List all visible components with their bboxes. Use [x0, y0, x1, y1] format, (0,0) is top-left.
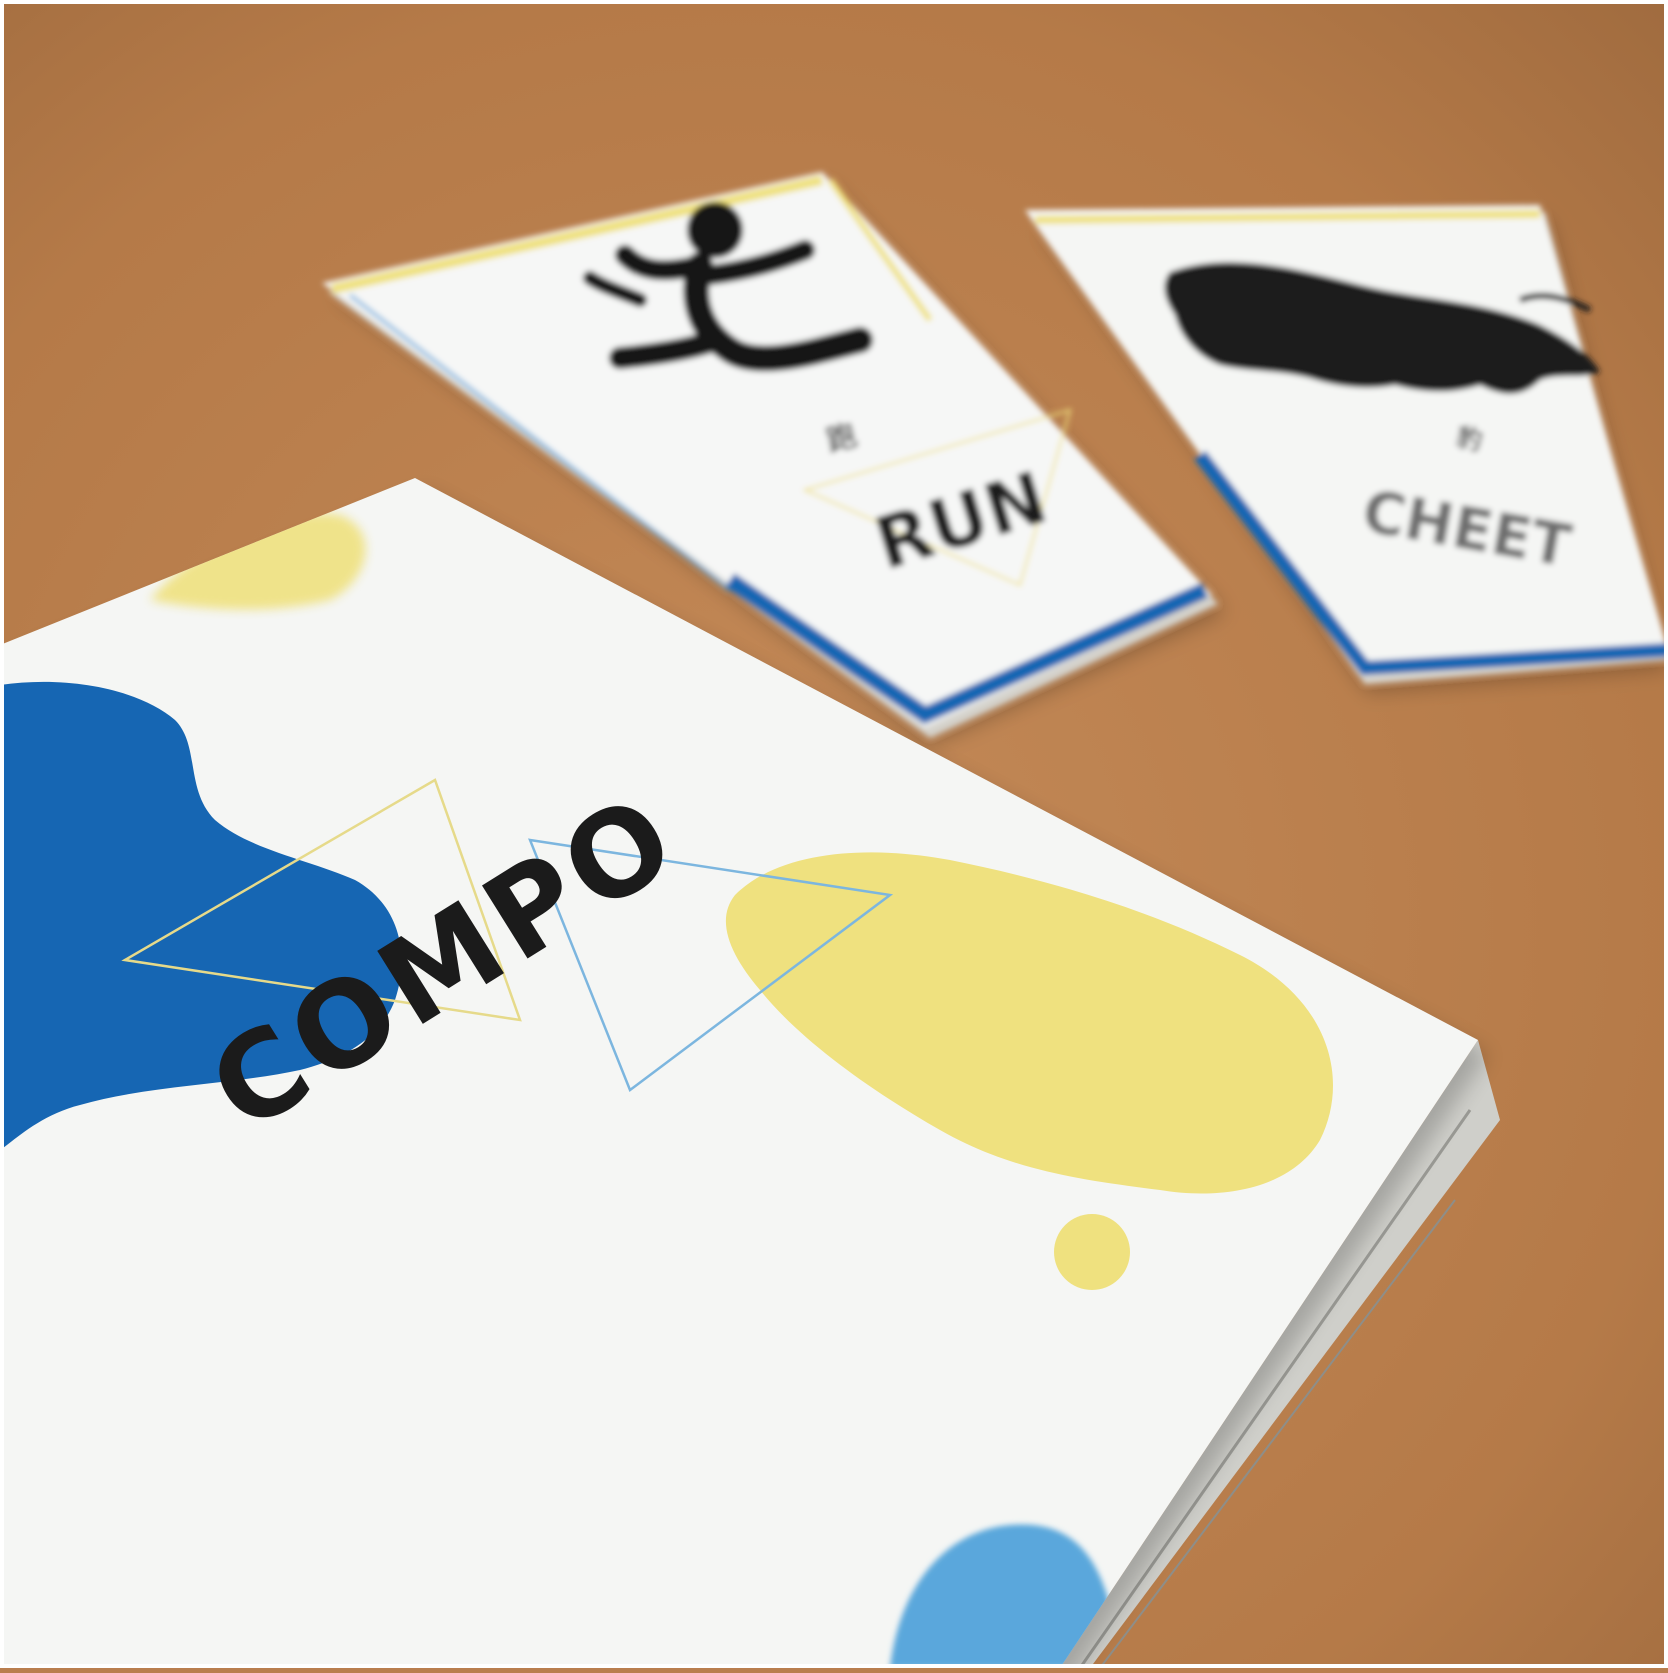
yellow-dot: [1054, 1214, 1130, 1290]
photo-scene: 豹 CHEET 跑 RUN COMPO: [0, 0, 1668, 1673]
scene-svg: 豹 CHEET 跑 RUN COMPO: [0, 0, 1668, 1673]
